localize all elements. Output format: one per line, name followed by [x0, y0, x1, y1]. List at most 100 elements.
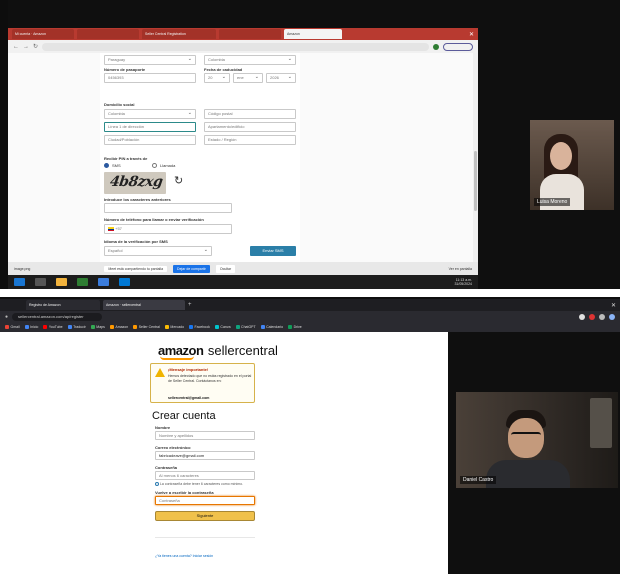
bookmark-icon [164, 325, 169, 329]
profile-icon[interactable] [433, 43, 439, 50]
address-country-select[interactable]: Colombia [104, 109, 196, 119]
continue-button[interactable]: Siguiente [155, 511, 255, 521]
captcha-image: 4b8zxg [104, 172, 166, 194]
send-sms-button[interactable]: Enviar SMS [250, 246, 296, 256]
country-select-2[interactable]: Colombia [204, 55, 296, 65]
password-label: Contraseña [155, 465, 178, 470]
participant-name: Daniel Castro [460, 476, 497, 484]
bookmark-item[interactable]: Maps [90, 325, 105, 329]
address-line1-input[interactable]: Línea 1 de dirección [104, 122, 196, 132]
bookmark-item[interactable]: Facebook [189, 325, 210, 329]
forward-icon[interactable]: → [23, 44, 29, 50]
new-tab-icon[interactable]: + [188, 302, 192, 308]
country-select[interactable]: Paraguay [104, 55, 196, 65]
extension-icon[interactable] [589, 313, 595, 320]
profile-pill[interactable] [443, 42, 473, 51]
notice-title: ¡Mensaje importante! [168, 367, 209, 372]
captcha-input[interactable] [104, 203, 232, 213]
chrome-icon[interactable] [77, 278, 88, 286]
bookmark-item[interactable]: Inicio [24, 325, 38, 329]
postcode-input[interactable]: Código postal [204, 109, 296, 119]
bookmark-label: Canva [220, 325, 231, 329]
name-input[interactable]: Nombre y apellidos [155, 431, 255, 440]
create-account-heading: Crear cuenta [152, 410, 216, 422]
notice-email: sellercentral@gmail.com [168, 396, 210, 400]
city-input[interactable]: Ciudad/Población [104, 135, 196, 145]
sms-language-select[interactable]: Español [104, 246, 212, 256]
bookmark-icon [260, 325, 265, 329]
region-input[interactable]: Estado / Región [204, 135, 296, 145]
bottom-tab-bar: Registro de Amazon Amazon · sellercentra… [0, 299, 620, 311]
stop-sharing-button[interactable]: Dejar de compartir [173, 264, 210, 273]
bookmark-item[interactable]: Amazon [109, 325, 128, 329]
top-tab-bar: Mi cuenta · Amazon Seller Central Regist… [8, 28, 478, 40]
extension-icon[interactable] [599, 313, 605, 320]
browser-tab[interactable] [219, 29, 281, 39]
bookmark-item[interactable]: YouTube [43, 325, 63, 329]
bookmarks-bar: Gmail Inicio YouTube Traducir Maps Amazo… [0, 322, 620, 332]
hide-button[interactable]: Ocultar [215, 264, 236, 273]
view-on-screen[interactable]: Ver en pantalla [449, 267, 472, 271]
amazon-smile-icon [160, 356, 194, 360]
bottom-address-bar: ● sellercentral.amazon.com/ap/register [0, 311, 620, 322]
search-icon[interactable] [35, 278, 46, 286]
page-scrollbar[interactable] [473, 53, 478, 262]
amazon-page: amazon sellercentral ¡Mensaje importante… [0, 332, 448, 574]
browser-tab[interactable]: Seller Central Registration [142, 29, 216, 39]
browser-tab-active[interactable]: Amazon · sellercentral [103, 300, 185, 310]
bookmark-item[interactable]: Seller Central [133, 325, 160, 329]
bookmark-item[interactable]: Drive [288, 325, 302, 329]
email-input[interactable]: fabricadeave@gmail.com [155, 451, 255, 460]
password-hint-text: La contraseña debe tener 6 caracteres co… [159, 482, 244, 486]
bookmark-icon [189, 325, 194, 329]
bookmark-label: Facebook [194, 325, 210, 329]
explorer-icon[interactable] [56, 278, 67, 286]
signin-link[interactable]: ¿Ya tienes una cuenta? Iniciar sesión [155, 554, 213, 558]
bookmark-item[interactable]: Mercado [164, 325, 184, 329]
sms-radio[interactable]: SMS [104, 163, 121, 168]
bookmark-icon [43, 325, 48, 329]
store-icon[interactable] [98, 278, 109, 286]
bookmark-label: ChatGPT [241, 325, 256, 329]
confirm-password-input[interactable]: Contraseña [155, 496, 255, 505]
downloaded-file[interactable]: image.png [14, 267, 30, 271]
bookmark-icon [214, 325, 219, 329]
confirm-label: Vuelve a escribir la contraseña [155, 490, 214, 495]
bookmark-item[interactable]: Traducir [67, 325, 86, 329]
top-url-field[interactable] [42, 42, 429, 51]
browser-tab[interactable]: Mi cuenta · Amazon [12, 29, 74, 39]
clock-date: 31/05/2024 [454, 282, 472, 286]
warning-icon [155, 368, 165, 377]
bookmark-item[interactable]: ChatGPT [235, 325, 256, 329]
expiry-year-select[interactable]: 2026 [266, 73, 296, 83]
bookmark-item[interactable]: Gmail [5, 325, 20, 329]
back-icon[interactable]: ← [13, 44, 19, 50]
reload-icon[interactable]: ↻ [33, 43, 38, 50]
extension-icon[interactable] [579, 313, 585, 320]
passport-label: Número de pasaporte [104, 67, 146, 72]
expiry-month-select[interactable]: ene [233, 73, 263, 83]
important-notice: ¡Mensaje importante! Hemos detectado que… [150, 363, 255, 403]
bookmark-item[interactable]: Canva [214, 325, 231, 329]
browser-tab-active[interactable]: Amazon [284, 29, 342, 39]
address-line2-input[interactable]: Apartamento/edificio [204, 122, 296, 132]
top-page-body: Paraguay Colombia Número de pasaporte Fe… [8, 53, 478, 262]
bottom-url-field[interactable]: sellercentral.amazon.com/ap/register [12, 312, 103, 321]
bookmark-icon [5, 325, 9, 329]
refresh-icon[interactable]: ↻ [174, 174, 183, 187]
passport-input[interactable]: 0456393 [104, 73, 196, 83]
scrollbar-thumb[interactable] [474, 151, 477, 211]
mail-icon[interactable] [119, 278, 130, 286]
profile-icon[interactable] [609, 313, 615, 320]
expiry-day-select[interactable]: 20 [204, 73, 230, 83]
phone-input[interactable]: +57 [104, 224, 232, 234]
bookmark-item[interactable]: Calendario [260, 325, 283, 329]
password-input[interactable]: Al menos 6 caracteres [155, 471, 255, 480]
call-radio[interactable]: Llamada [152, 163, 175, 168]
radio-selected-icon [104, 163, 109, 168]
browser-tab[interactable]: Registro de Amazon [26, 300, 100, 310]
close-icon[interactable]: ✕ [611, 302, 616, 309]
browser-tab[interactable] [77, 29, 139, 39]
windows-icon[interactable] [14, 278, 25, 286]
close-icon[interactable]: ✕ [469, 31, 474, 38]
